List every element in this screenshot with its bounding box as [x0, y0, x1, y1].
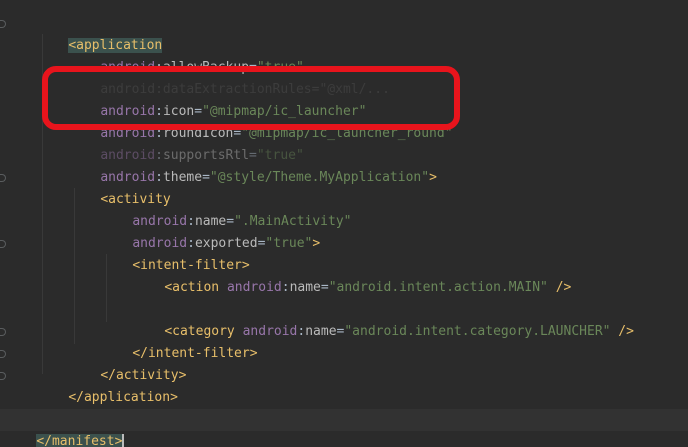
tag-name: action: [172, 280, 220, 295]
text-caret: [122, 433, 125, 447]
code-line[interactable]: android:allowBackup="true": [0, 35, 688, 75]
code-line[interactable]: <action android:name="android.intent.act…: [0, 255, 688, 295]
highlight-annotation: [42, 66, 460, 130]
code-editor[interactable]: <application android:allowBackup="true" …: [0, 0, 688, 447]
code-line[interactable]: <application: [0, 13, 688, 53]
code-line[interactable]: <intent-filter>: [0, 233, 688, 273]
code-line-current[interactable]: </manifest>: [0, 409, 688, 447]
code-line[interactable]: <category android:name="android.intent.c…: [0, 299, 688, 339]
attr-name: name: [289, 280, 321, 295]
tag-name: application: [83, 390, 171, 405]
code-line[interactable]: </activity>: [0, 343, 688, 383]
code-line[interactable]: android:exported="true">: [0, 211, 688, 251]
code-line[interactable]: android:theme="@style/Theme.MyApplicatio…: [0, 145, 688, 185]
code-line[interactable]: </application>: [0, 365, 688, 405]
code-line[interactable]: android:name=".MainActivity": [0, 189, 688, 229]
attr-namespace: android: [226, 280, 282, 295]
tag-name: manifest: [51, 434, 115, 447]
attr-value: "android.intent.action.MAIN": [328, 280, 548, 295]
code-line[interactable]: </intent-filter>: [0, 321, 688, 361]
code-line[interactable]: <activity: [0, 167, 688, 207]
